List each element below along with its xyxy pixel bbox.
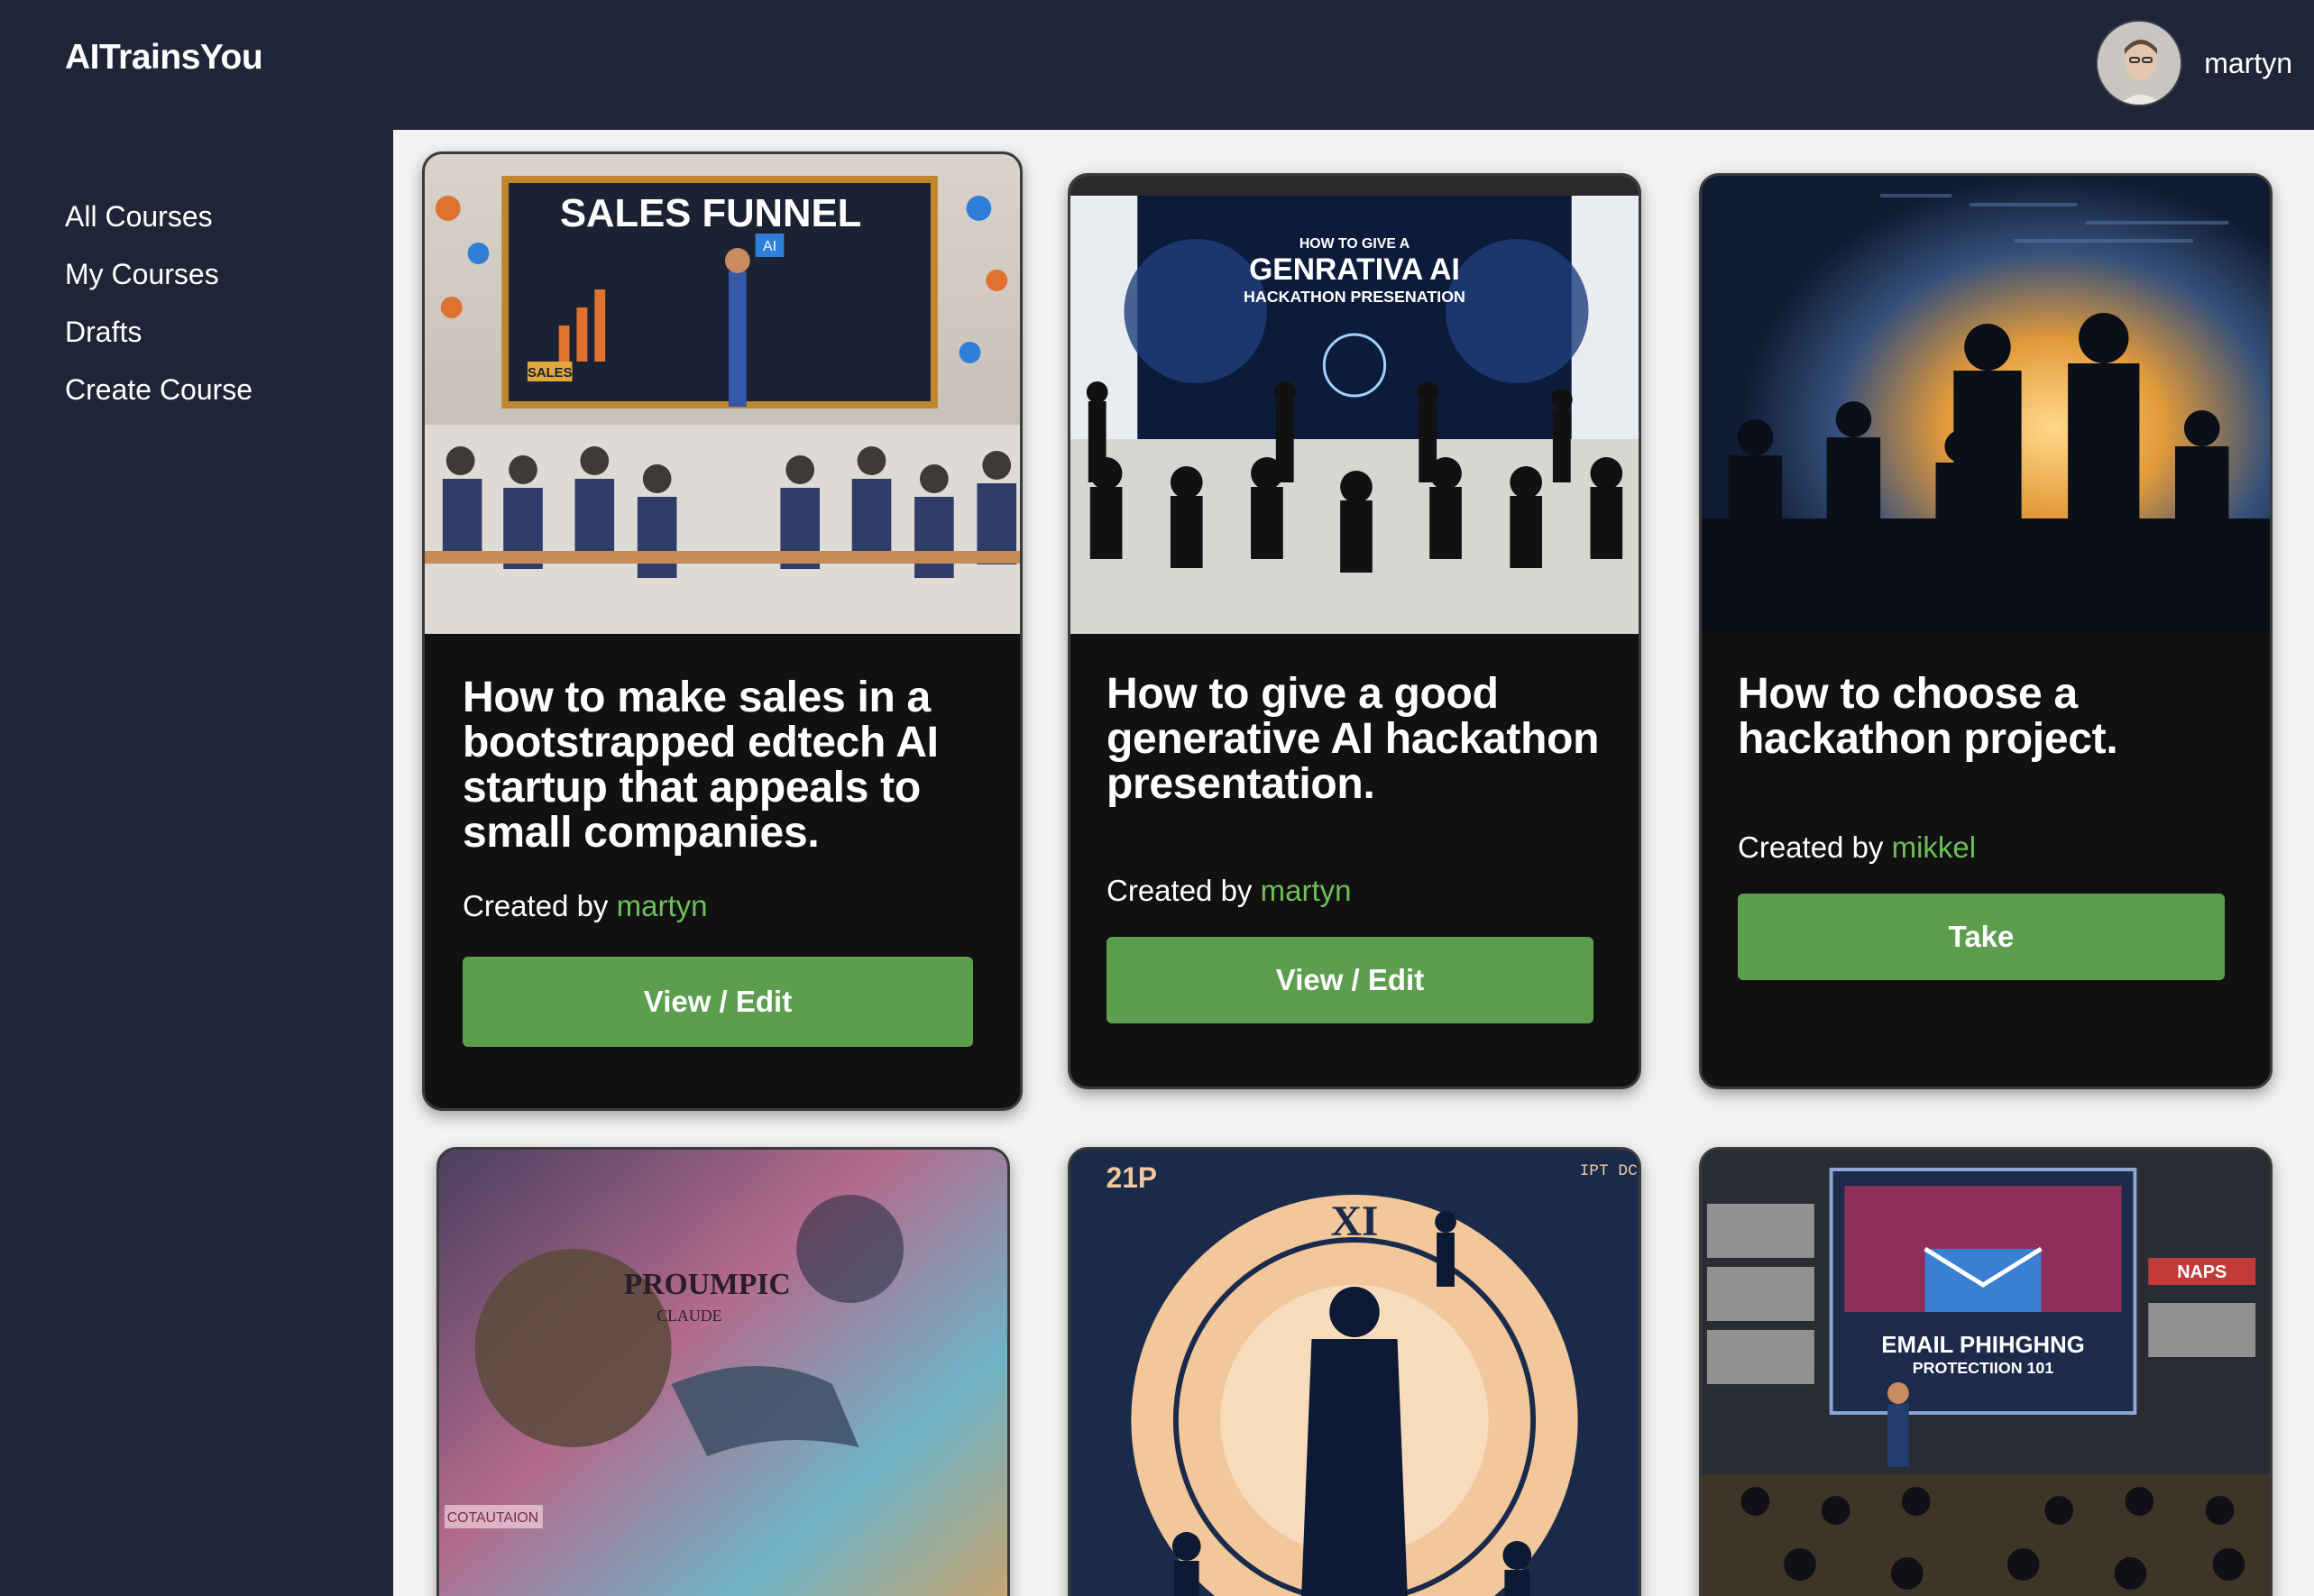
thumbnail-text: 21P — [1106, 1161, 1157, 1194]
course-thumbnail[interactable]: SALES FUNNEL SALES AI — [425, 154, 1020, 634]
thumbnail-text: IPT DC — [1580, 1162, 1638, 1180]
course-card[interactable]: How to choose a hackathon project. Creat… — [1699, 173, 2273, 1089]
course-thumbnail[interactable] — [1702, 176, 2270, 634]
course-title[interactable]: How to give a good generative AI hackath… — [1106, 672, 1621, 807]
course-card[interactable]: 21P IPT DC XI — [1068, 1147, 1641, 1596]
username[interactable]: martyn — [2204, 47, 2292, 80]
course-card[interactable]: HOW TO GIVE A GENRATIVA AI HACKATHON PRE… — [1068, 173, 1641, 1089]
thumbnail-text: AI — [763, 239, 776, 254]
course-card[interactable]: PROUMPIC CLAUDE COTAUTAION — [436, 1147, 1010, 1596]
created-by-label: Created by — [1738, 830, 1884, 864]
top-bar: AITrainsYou martyn — [0, 0, 2314, 130]
thumbnail-text: PROTECTIION 101 — [1913, 1359, 2054, 1377]
view-edit-button[interactable]: View / Edit — [1106, 937, 1593, 1023]
sidebar-item-all-courses[interactable]: All Courses — [65, 188, 393, 245]
course-thumbnail[interactable]: PROUMPIC CLAUDE COTAUTAION — [439, 1150, 1007, 1596]
thumbnail-text: HOW TO GIVE A — [1299, 236, 1410, 252]
take-button[interactable]: Take — [1738, 894, 2225, 980]
course-title[interactable]: How to make sales in a bootstrapped edte… — [463, 675, 995, 856]
author-link[interactable]: martyn — [617, 889, 708, 922]
thumbnail-text: NAPS — [2177, 1262, 2227, 1282]
thumbnail-text: GENRATIVA AI — [1249, 252, 1460, 287]
view-edit-button[interactable]: View / Edit — [463, 957, 973, 1047]
brand-logo[interactable]: AITrainsYou — [65, 38, 263, 78]
course-byline: Created by martyn — [463, 889, 707, 923]
created-by-label: Created by — [463, 889, 609, 922]
sidebar: All Courses My Courses Drafts Create Cou… — [0, 130, 393, 1596]
author-link[interactable]: mikkel — [1892, 830, 1977, 864]
thumbnail-text: XI — [1331, 1197, 1379, 1245]
thumbnail-text: HACKATHON PRESENATION — [1244, 288, 1465, 306]
course-grid: SALES FUNNEL SALES AI How to make sales … — [393, 130, 2314, 1596]
thumbnail-text: CLAUDE — [657, 1307, 721, 1325]
sidebar-item-drafts[interactable]: Drafts — [65, 303, 393, 361]
thumbnail-text: EMAIL PHIHGHNG — [1881, 1333, 2084, 1358]
course-byline: Created by mikkel — [1738, 830, 1976, 865]
sidebar-item-create-course[interactable]: Create Course — [65, 361, 393, 418]
avatar[interactable] — [2096, 20, 2183, 106]
thumbnail-text: SALES FUNNEL — [560, 191, 861, 235]
user-menu[interactable]: martyn — [2096, 20, 2292, 106]
thumbnail-text: SALES — [528, 365, 573, 381]
created-by-label: Created by — [1106, 874, 1253, 907]
sidebar-item-my-courses[interactable]: My Courses — [65, 245, 393, 303]
author-link[interactable]: martyn — [1261, 874, 1352, 907]
thumbnail-text: PROUMPIC — [624, 1268, 791, 1301]
course-card[interactable]: SALES FUNNEL SALES AI How to make sales … — [422, 151, 1023, 1111]
course-thumbnail[interactable]: HOW TO GIVE A GENRATIVA AI HACKATHON PRE… — [1070, 176, 1639, 634]
course-title[interactable]: How to choose a hackathon project. — [1738, 672, 2243, 762]
course-thumbnail[interactable]: EMAIL PHIHGHNG PROTECTIION 101 NAPS — [1702, 1150, 2270, 1596]
course-thumbnail[interactable]: 21P IPT DC XI — [1070, 1150, 1639, 1596]
course-card[interactable]: EMAIL PHIHGHNG PROTECTIION 101 NAPS — [1699, 1147, 2273, 1596]
thumbnail-text: COTAUTAION — [447, 1510, 538, 1526]
course-byline: Created by martyn — [1106, 874, 1351, 908]
